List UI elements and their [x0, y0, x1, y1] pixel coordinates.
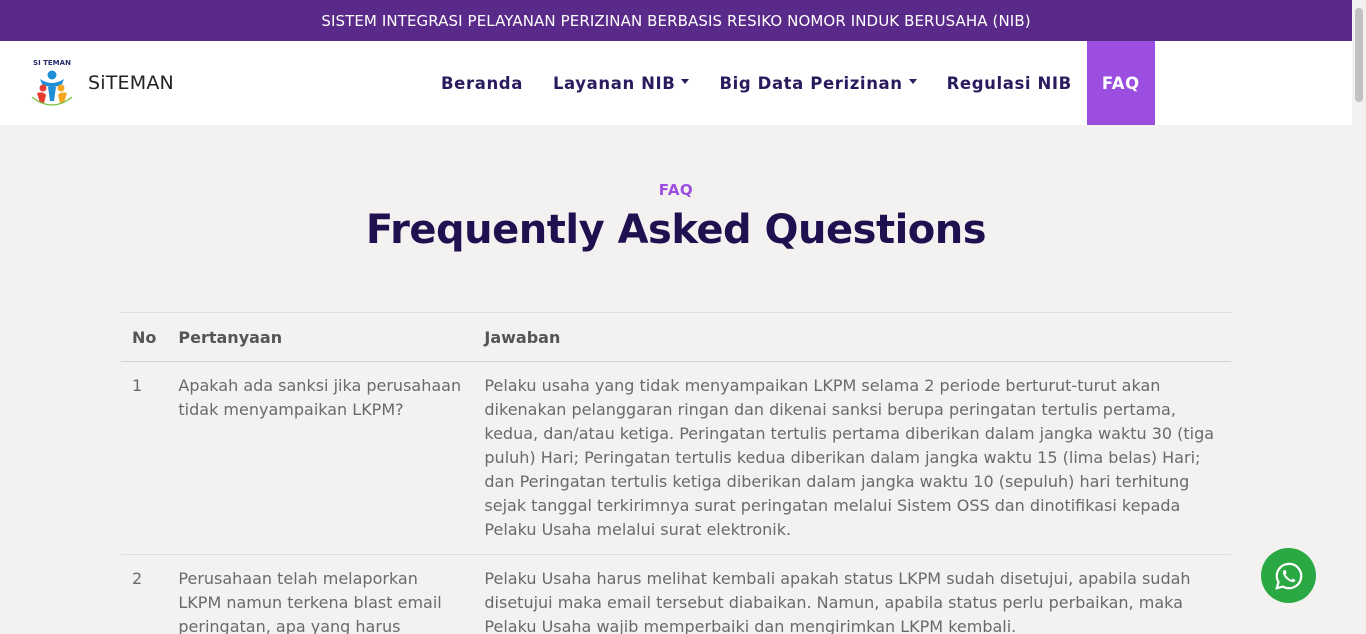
whatsapp-button[interactable]	[1261, 548, 1316, 603]
caret-down-icon	[908, 78, 917, 84]
faq-table: No Pertanyaan Jawaban 1 Apakah ada sanks…	[121, 312, 1231, 634]
svg-text:SI TEMAN: SI TEMAN	[33, 59, 71, 67]
main-nav: Beranda Layanan NIB Big Data Perizinan R…	[426, 41, 1155, 125]
nav-label: FAQ	[1101, 73, 1140, 93]
header-answer: Jawaban	[473, 312, 1231, 362]
announcement-bar: SISTEM INTEGRASI PELAYANAN PERIZINAN BER…	[0, 0, 1352, 41]
nav-beranda[interactable]: Beranda	[426, 41, 538, 125]
brand[interactable]: SI TEMAN SiTEMAN	[26, 55, 174, 111]
row-no: 2	[121, 554, 168, 634]
brand-name: SiTEMAN	[88, 72, 174, 94]
navbar: SI TEMAN SiTEMAN Beranda Layanan NIB Big…	[0, 41, 1352, 125]
table-row: 2 Perusahaan telah melaporkan LKPM namun…	[121, 554, 1231, 634]
table-row: 1 Apakah ada sanksi jika perusahaan tida…	[121, 361, 1231, 555]
nav-big-data-perizinan[interactable]: Big Data Perizinan	[704, 41, 931, 125]
nav-label: Big Data Perizinan	[719, 73, 903, 93]
nav-faq[interactable]: FAQ	[1086, 41, 1155, 125]
siteman-logo: SI TEMAN	[26, 55, 78, 111]
page-title: Frequently Asked Questions	[365, 207, 987, 253]
row-answer: Pelaku Usaha harus melihat kembali apaka…	[473, 554, 1231, 634]
header-question: Pertanyaan	[167, 312, 474, 362]
caret-down-icon	[681, 78, 690, 84]
nav-regulasi-nib[interactable]: Regulasi NIB	[932, 41, 1087, 125]
nav-layanan-nib[interactable]: Layanan NIB	[538, 41, 705, 125]
nav-label: Beranda	[441, 73, 523, 93]
row-answer: Pelaku usaha yang tidak menyampaikan LKP…	[473, 361, 1231, 555]
row-no: 1	[121, 361, 168, 555]
nav-label: Regulasi NIB	[946, 73, 1072, 93]
whatsapp-icon	[1274, 562, 1302, 590]
nav-label: Layanan NIB	[552, 73, 676, 93]
table-header-row: No Pertanyaan Jawaban	[121, 312, 1231, 362]
row-question: Apakah ada sanksi jika perusahaan tidak …	[167, 361, 474, 555]
scrollbar-thumb[interactable]	[1355, 8, 1363, 102]
section-label: FAQ	[658, 181, 694, 199]
row-question: Perusahaan telah melaporkan LKPM namun t…	[167, 554, 474, 634]
header-no: No	[121, 312, 168, 362]
page-scrollbar[interactable]	[1352, 0, 1366, 634]
announcement-text: SISTEM INTEGRASI PELAYANAN PERIZINAN BER…	[321, 11, 1031, 30]
